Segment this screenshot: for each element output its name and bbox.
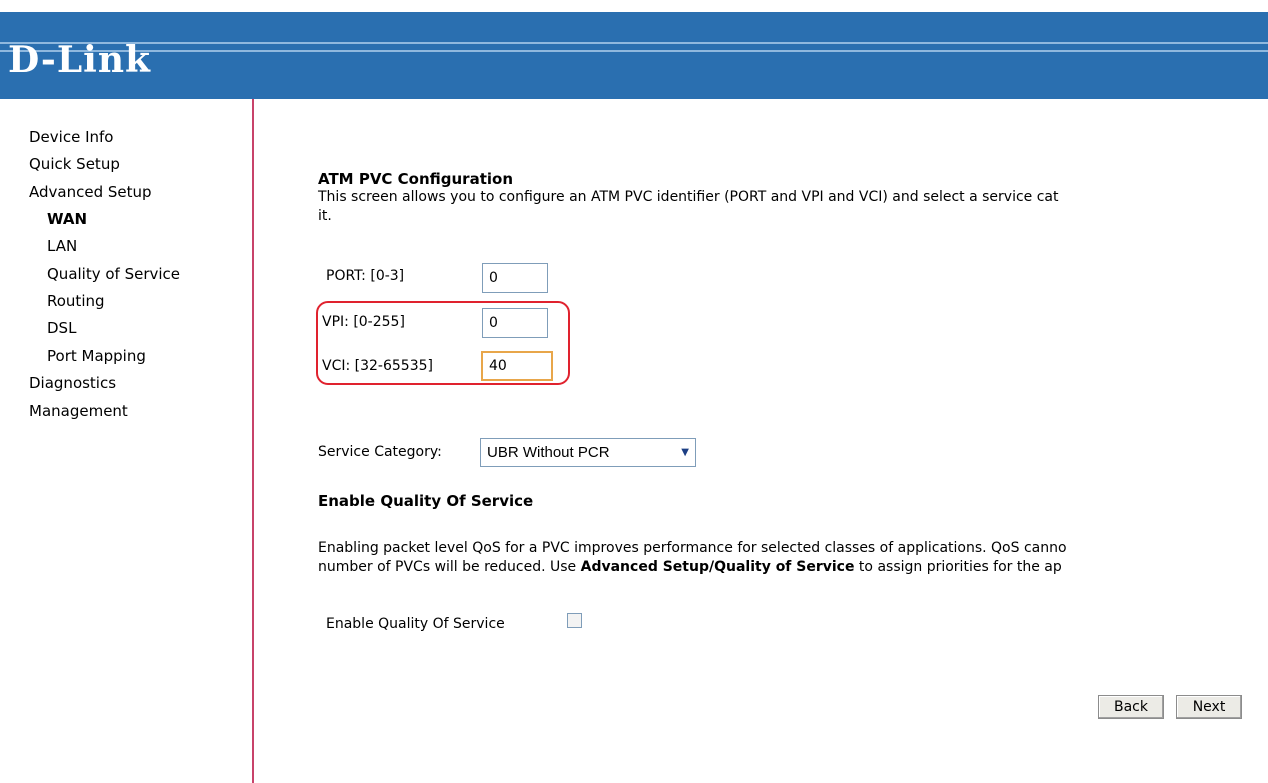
service-category-select[interactable]: UBR Without PCR ▼ xyxy=(480,438,696,467)
vci-input[interactable] xyxy=(481,351,553,381)
vci-label: VCI: [32-65535] xyxy=(322,358,433,374)
qos-description-cont: number of PVCs will be reduced. Use Adva… xyxy=(318,559,1062,575)
vpi-label: VPI: [0-255] xyxy=(322,314,405,330)
qos-description: Enabling packet level QoS for a PVC impr… xyxy=(318,540,1067,556)
sidebar-item-device-info[interactable]: Device Info xyxy=(29,128,113,146)
dlink-logo: D-Link xyxy=(8,39,151,81)
dropdown-arrow-icon[interactable]: ▼ xyxy=(681,447,689,458)
port-label: PORT: [0-3] xyxy=(326,268,405,284)
qos-desc-post: to assign priorities for the ap xyxy=(854,559,1062,575)
header-stripe xyxy=(0,50,1268,52)
qos-checkbox-label: Enable Quality Of Service xyxy=(326,616,505,632)
sidebar-item-quick-setup[interactable]: Quick Setup xyxy=(29,155,120,173)
sidebar-item-advanced-setup[interactable]: Advanced Setup xyxy=(29,183,152,201)
sidebar-item-quality-of-service[interactable]: Quality of Service xyxy=(47,265,180,283)
sidebar-item-diagnostics[interactable]: Diagnostics xyxy=(29,374,116,392)
vpi-input[interactable] xyxy=(482,308,548,338)
page-description-cont: it. xyxy=(318,208,332,224)
sidebar-item-wan[interactable]: WAN xyxy=(47,210,87,228)
port-input[interactable] xyxy=(482,263,548,293)
qos-heading: Enable Quality Of Service xyxy=(318,492,534,510)
header-banner: D-Link xyxy=(0,12,1268,99)
sidebar-item-routing[interactable]: Routing xyxy=(47,292,105,310)
sidebar-item-dsl[interactable]: DSL xyxy=(47,319,76,337)
service-category-value: UBR Without PCR xyxy=(487,444,610,461)
sidebar-item-management[interactable]: Management xyxy=(29,402,128,420)
next-button[interactable]: Next xyxy=(1176,695,1242,719)
qos-desc-pre: number of PVCs will be reduced. Use xyxy=(318,559,581,575)
sidebar-item-port-mapping[interactable]: Port Mapping xyxy=(47,347,146,365)
back-button[interactable]: Back xyxy=(1098,695,1164,719)
sidebar-item-lan[interactable]: LAN xyxy=(47,237,77,255)
service-category-label: Service Category: xyxy=(318,444,442,460)
qos-checkbox[interactable] xyxy=(567,613,582,628)
qos-desc-link-text: Advanced Setup/Quality of Service xyxy=(580,559,855,575)
sidebar xyxy=(0,99,254,783)
page-description: This screen allows you to configure an A… xyxy=(318,189,1059,205)
page-title: ATM PVC Configuration xyxy=(318,170,513,188)
header-stripe xyxy=(0,42,1268,44)
